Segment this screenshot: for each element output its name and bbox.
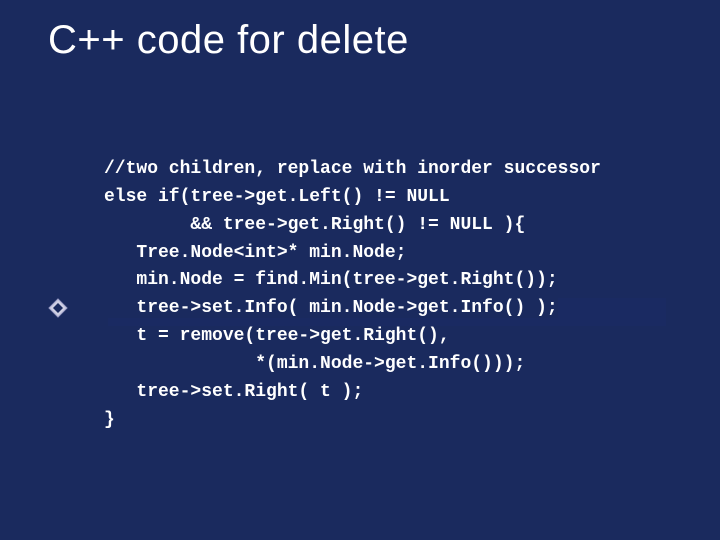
code-line: t = remove(tree->get.Right(),: [104, 326, 450, 346]
code-line: *(min.Node->get.Info()));: [104, 354, 525, 374]
line-pointer-icon: [48, 298, 68, 318]
code-line: Tree.Node<int>* min.Node;: [104, 243, 406, 263]
code-line: min.Node = find.Min(tree->get.Right());: [104, 270, 558, 290]
code-line: tree->set.Right( t );: [104, 382, 363, 402]
code-line: && tree->get.Right() != NULL ){: [104, 215, 525, 235]
code-line: }: [104, 410, 115, 430]
slide-title: C++ code for delete: [48, 18, 409, 63]
code-block: //two children, replace with inorder suc…: [104, 128, 601, 463]
code-line: //two children, replace with inorder suc…: [104, 159, 601, 179]
slide: C++ code for delete //two children, repl…: [0, 0, 720, 540]
code-line: else if(tree->get.Left() != NULL: [104, 187, 450, 207]
code-line-highlighted: tree->set.Info( min.Node->get.Info() );: [104, 298, 558, 318]
